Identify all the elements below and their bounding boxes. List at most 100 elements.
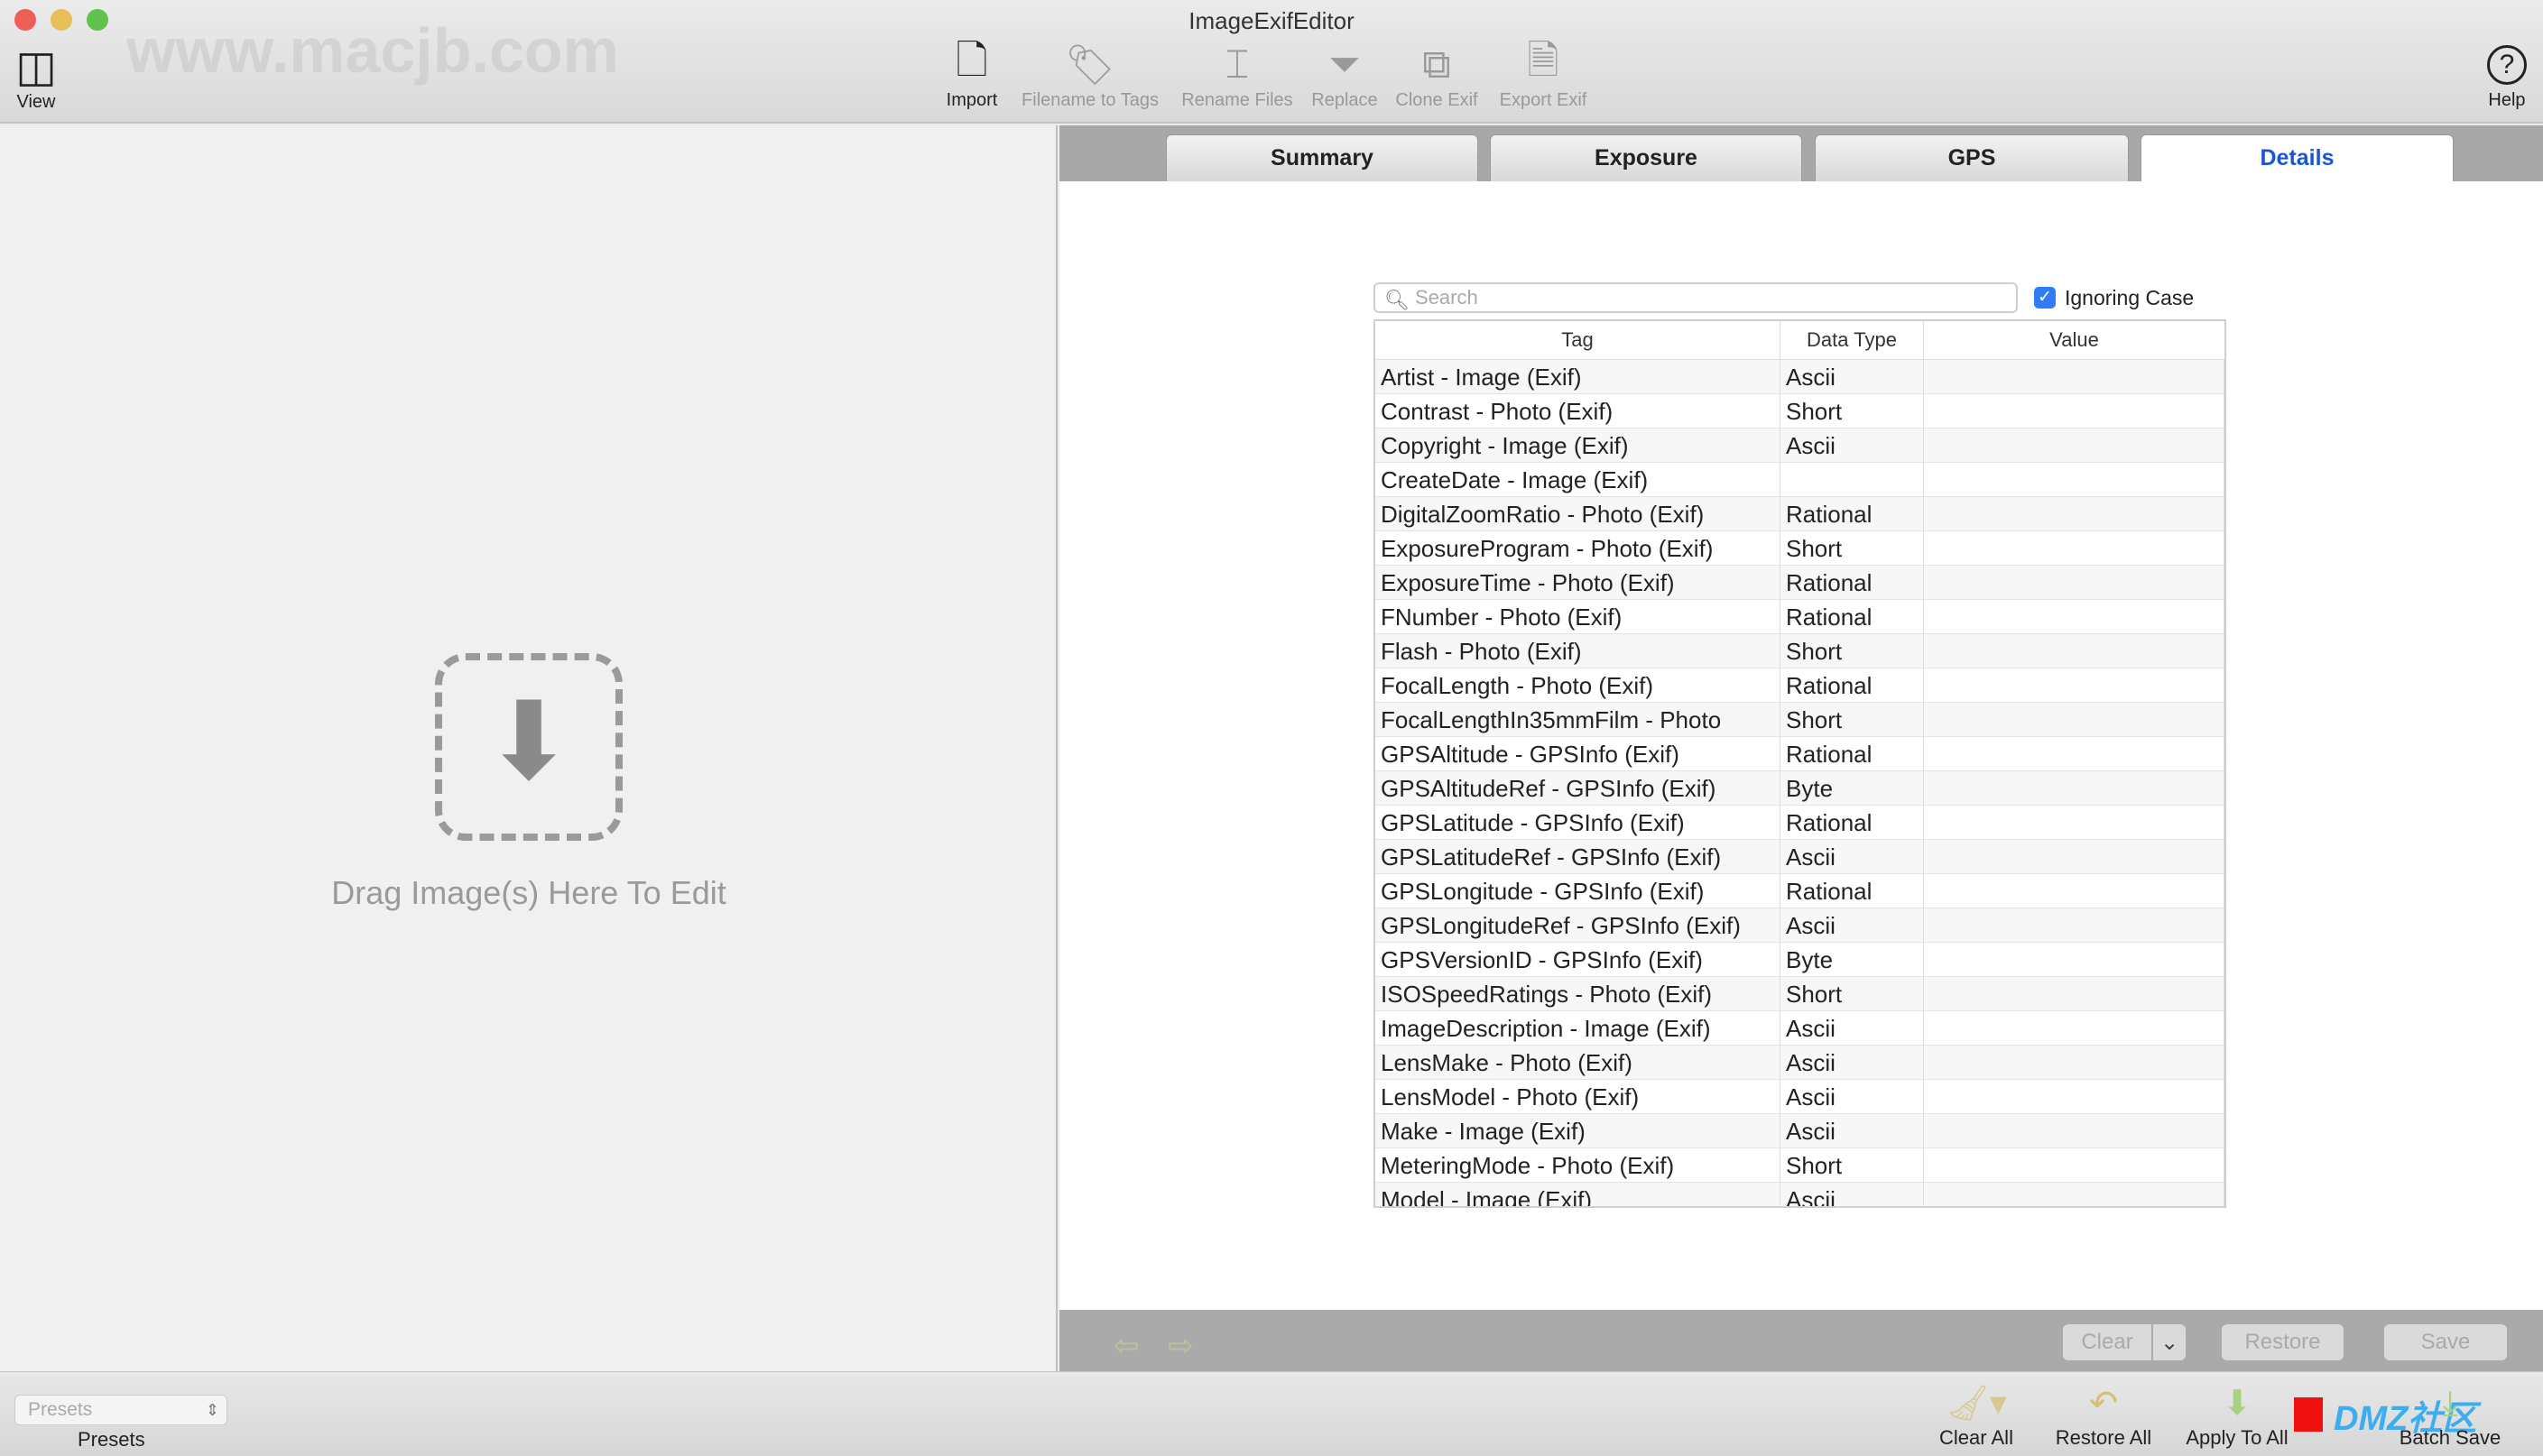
table-row[interactable]: Artist - Image (Exif) Ascii (1375, 360, 2224, 394)
help-label: Help (2488, 90, 2526, 110)
table-row[interactable]: ImageDescription - Image (Exif) Ascii (1375, 1011, 2224, 1046)
table-row[interactable]: ExposureTime - Photo (Exif) Rational (1375, 566, 2224, 600)
drop-zone[interactable]: ⬇ (435, 653, 623, 841)
toolbar-item-label: Export Exif (1499, 90, 1587, 110)
column-header-data-type[interactable]: Data Type (1780, 321, 1924, 359)
value-cell[interactable] (1924, 429, 2224, 462)
table-row[interactable]: DigitalZoomRatio - Photo (Exif) Rational (1375, 497, 2224, 531)
search-input[interactable]: 🔍︎ Search (1373, 282, 2018, 313)
value-cell[interactable] (1924, 806, 2224, 839)
value-cell[interactable] (1924, 737, 2224, 770)
data-type-cell: Ascii (1780, 1183, 1924, 1206)
table-row[interactable]: LensMake - Photo (Exif) Ascii (1375, 1046, 2224, 1080)
value-cell[interactable] (1924, 394, 2224, 428)
tag-cell: ImageDescription - Image (Exif) (1375, 1011, 1780, 1045)
tab-gps[interactable]: GPS (1815, 134, 2129, 181)
value-cell[interactable] (1924, 1011, 2224, 1045)
value-cell[interactable] (1924, 1148, 2224, 1182)
value-cell[interactable] (1924, 908, 2224, 942)
data-type-cell: Ascii (1780, 1114, 1924, 1147)
value-cell[interactable] (1924, 634, 2224, 668)
data-type-cell: Short (1780, 977, 1924, 1010)
window-title: ImageExifEditor (1188, 7, 1355, 34)
restore-all-button[interactable]: ↶ Restore All (2045, 1381, 2162, 1450)
table-row[interactable]: Copyright - Image (Exif) Ascii (1375, 429, 2224, 463)
table-row[interactable]: GPSLongitude - GPSInfo (Exif) Rational (1375, 874, 2224, 908)
tab-exposure[interactable]: Exposure (1490, 134, 1802, 181)
tab-summary[interactable]: Summary (1166, 134, 1478, 181)
next-arrow-icon[interactable]: ⇨ (1168, 1328, 1194, 1364)
clear-dropdown-chevron-icon[interactable]: ⌄ (2153, 1324, 2186, 1360)
table-row[interactable]: GPSAltitude - GPSInfo (Exif) Rational (1375, 737, 2224, 771)
table-row[interactable]: GPSLongitudeRef - GPSInfo (Exif) Ascii (1375, 908, 2224, 943)
value-cell[interactable] (1924, 497, 2224, 530)
value-cell[interactable] (1924, 668, 2224, 702)
table-row[interactable]: Make - Image (Exif) Ascii (1375, 1114, 2224, 1148)
value-cell[interactable] (1924, 943, 2224, 976)
view-button[interactable]: ◫ View (9, 41, 63, 113)
filename-to-tags-button[interactable]: 🏷︎ Filename to Tags (1016, 40, 1164, 111)
table-row[interactable]: GPSLatitudeRef - GPSInfo (Exif) Ascii (1375, 840, 2224, 874)
table-row[interactable]: FocalLengthIn35mmFilm - Photo Short (1375, 703, 2224, 737)
value-cell[interactable] (1924, 360, 2224, 393)
table-row[interactable]: MeteringMode - Photo (Exif) Short (1375, 1148, 2224, 1183)
table-row[interactable]: Flash - Photo (Exif) Short (1375, 634, 2224, 668)
tab-details[interactable]: Details (2141, 134, 2454, 181)
tag-cell: MeteringMode - Photo (Exif) (1375, 1148, 1780, 1182)
sidebar-layout-icon: ◫ (15, 43, 57, 91)
table-row[interactable]: GPSVersionID - GPSInfo (Exif) Byte (1375, 943, 2224, 977)
clone-exif-button[interactable]: ⧉︎ Clone Exif (1392, 40, 1482, 111)
import-button[interactable]: 🗋︎ Import (942, 39, 1002, 111)
toolbar-item-label: Replace (1311, 90, 1378, 110)
value-cell[interactable] (1924, 1114, 2224, 1147)
replace-button[interactable]: ⏷︎ Replace (1307, 40, 1382, 111)
data-type-cell: Ascii (1780, 1080, 1924, 1113)
help-button[interactable]: ? Help (2480, 40, 2534, 111)
value-cell[interactable] (1924, 463, 2224, 496)
previous-arrow-icon[interactable]: ⇦ (1114, 1328, 1140, 1364)
tag-cell: GPSAltitudeRef - GPSInfo (Exif) (1375, 771, 1780, 805)
value-cell[interactable] (1924, 600, 2224, 633)
presets-select[interactable]: Presets ⇕ (14, 1395, 227, 1425)
table-row[interactable]: ExposureProgram - Photo (Exif) Short (1375, 531, 2224, 566)
apply-to-all-button[interactable]: ⬇ Apply To All (2178, 1381, 2296, 1450)
toolbar-item-label: Filename to Tags (1022, 90, 1159, 110)
rename-files-button[interactable]: ⌶︎ Rename Files (1179, 40, 1296, 111)
down-arrow-icon: ⬇ (2223, 1385, 2252, 1423)
value-cell[interactable] (1924, 1046, 2224, 1079)
tag-cell: LensMake - Photo (Exif) (1375, 1046, 1780, 1079)
restore-button[interactable]: Restore (2222, 1324, 2344, 1360)
save-button[interactable]: Save (2384, 1324, 2507, 1360)
value-cell[interactable] (1924, 771, 2224, 805)
table-row[interactable]: GPSAltitudeRef - GPSInfo (Exif) Byte (1375, 771, 2224, 806)
value-cell[interactable] (1924, 874, 2224, 908)
table-row[interactable]: ISOSpeedRatings - Photo (Exif) Short (1375, 977, 2224, 1011)
batch-save-icon: ⤓ (2442, 1385, 2458, 1423)
value-cell[interactable] (1924, 566, 2224, 599)
clone-icon: ⧉︎ (1422, 42, 1451, 87)
clear-all-button[interactable]: 🧹︎▾ Clear All (1931, 1381, 2021, 1450)
table-row[interactable]: CreateDate - Image (Exif) (1375, 463, 2224, 497)
batch-save-button[interactable]: ⤓ Batch Save (2391, 1381, 2509, 1450)
value-cell[interactable] (1924, 531, 2224, 565)
tag-cell: Contrast - Photo (Exif) (1375, 394, 1780, 428)
clear-button[interactable]: Clear (2063, 1324, 2151, 1360)
export-exif-button[interactable]: 🗎︎ Export Exif (1494, 39, 1592, 111)
value-cell[interactable] (1924, 840, 2224, 873)
table-row[interactable]: Contrast - Photo (Exif) Short (1375, 394, 2224, 429)
table-row[interactable]: FocalLength - Photo (Exif) Rational (1375, 668, 2224, 703)
table-row[interactable]: LensModel - Photo (Exif) Ascii (1375, 1080, 2224, 1114)
table-row[interactable]: FNumber - Photo (Exif) Rational (1375, 600, 2224, 634)
help-icon: ? (2480, 40, 2534, 90)
ignoring-case-checkbox[interactable]: ✓ (2034, 287, 2056, 309)
value-cell[interactable] (1924, 703, 2224, 736)
value-cell[interactable] (1924, 1080, 2224, 1113)
table-row[interactable]: GPSLatitude - GPSInfo (Exif) Rational (1375, 806, 2224, 840)
image-drop-panel[interactable]: ⬇ Drag Image(s) Here To Edit (0, 125, 1058, 1371)
column-header-value[interactable]: Value (1924, 321, 2224, 359)
table-row[interactable]: Model - Image (Exif) Ascii (1375, 1183, 2224, 1206)
toolbar: www.macjb.com ImageExifEditor ◫ View 🗋︎ I… (0, 0, 2543, 124)
column-header-tag[interactable]: Tag (1375, 321, 1780, 359)
value-cell[interactable] (1924, 977, 2224, 1010)
value-cell[interactable] (1924, 1183, 2224, 1206)
